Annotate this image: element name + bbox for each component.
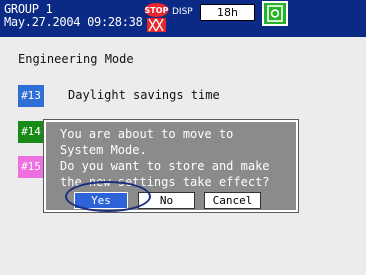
stop-icon-label: STOP — [145, 6, 169, 15]
screen: GROUP 1 May.27.2004 09:28:38 STOP DISP 1… — [0, 0, 366, 275]
cancel-button[interactable]: Cancel — [204, 192, 261, 209]
stop-icon: STOP — [144, 3, 169, 32]
status-bar: GROUP 1 May.27.2004 09:28:38 STOP DISP 1… — [0, 0, 366, 37]
item-number-badge: #15 — [18, 156, 44, 178]
item-number-badge: #13 — [18, 85, 44, 107]
dialog-message-line: You are about to move to — [60, 127, 234, 141]
menu-item-label: Daylight savings time — [68, 88, 220, 102]
selection-highlight-ellipse — [65, 181, 151, 212]
dialog-message-line: Do you want to store and make — [60, 159, 270, 173]
group-label: GROUP 1 — [4, 2, 53, 16]
interval-display: 18h — [200, 4, 255, 21]
item-number-badge: #14 — [18, 121, 44, 143]
dialog-message-line: System Mode. — [60, 143, 147, 157]
memory-card-icon — [262, 1, 288, 26]
datetime-label: May.27.2004 09:28:38 — [4, 15, 143, 29]
disp-label: DISP — [172, 7, 193, 17]
page-title: Engineering Mode — [18, 52, 134, 66]
